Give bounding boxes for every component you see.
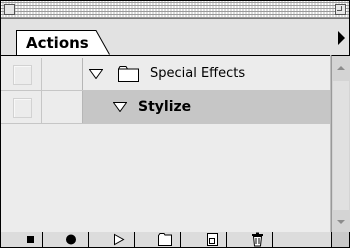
scroll-up-icon[interactable] — [337, 66, 345, 70]
stop-button[interactable] — [1, 232, 43, 247]
record-icon — [66, 234, 76, 245]
tab-actions[interactable]: Actions — [16, 30, 110, 55]
new-page-icon — [207, 233, 218, 246]
toggle-item-checkbox[interactable] — [1, 91, 40, 123]
palette-menu-icon[interactable] — [338, 31, 345, 45]
zoom-box-icon[interactable] — [335, 4, 346, 15]
disclosure-triangle-icon[interactable] — [89, 69, 103, 79]
action-label: Stylize — [138, 99, 192, 115]
checkbox-icon — [13, 98, 32, 118]
record-button[interactable] — [43, 232, 89, 247]
scroll-down-icon[interactable] — [337, 220, 345, 224]
toggle-dialog-cell[interactable] — [41, 58, 83, 90]
action-set-label: Special Effects — [150, 66, 246, 81]
delete-button[interactable] — [227, 232, 273, 247]
bottom-toolbar — [1, 232, 349, 247]
actions-list: Special Effects Stylize — [1, 55, 330, 233]
actions-palette: Actions Special Effects Stylize — [0, 0, 350, 248]
toggle-item-checkbox[interactable] — [1, 58, 40, 90]
play-icon — [114, 233, 125, 246]
action-set-item[interactable]: Special Effects — [83, 58, 330, 90]
toggle-dialog-cell[interactable] — [41, 91, 83, 123]
new-action-button[interactable] — [181, 232, 227, 247]
close-box-icon[interactable] — [4, 4, 15, 15]
tab-row: Actions — [1, 19, 349, 55]
play-button[interactable] — [89, 232, 135, 247]
tab-label: Actions — [26, 34, 89, 52]
action-item[interactable]: Stylize — [83, 91, 330, 123]
palette-title-bar[interactable] — [1, 1, 349, 19]
new-set-button[interactable] — [135, 232, 181, 247]
list-item[interactable]: Stylize — [1, 91, 330, 124]
folder-icon — [118, 66, 139, 82]
checkbox-icon — [13, 65, 32, 85]
list-item[interactable]: Special Effects — [1, 58, 330, 91]
folder-icon — [158, 233, 172, 246]
scroll-track[interactable] — [333, 81, 349, 210]
disclosure-triangle-icon[interactable] — [113, 102, 127, 112]
stop-icon — [27, 236, 34, 243]
vertical-scrollbar[interactable] — [331, 55, 350, 233]
resize-grip-icon[interactable] — [331, 232, 349, 247]
trash-icon — [252, 232, 263, 247]
